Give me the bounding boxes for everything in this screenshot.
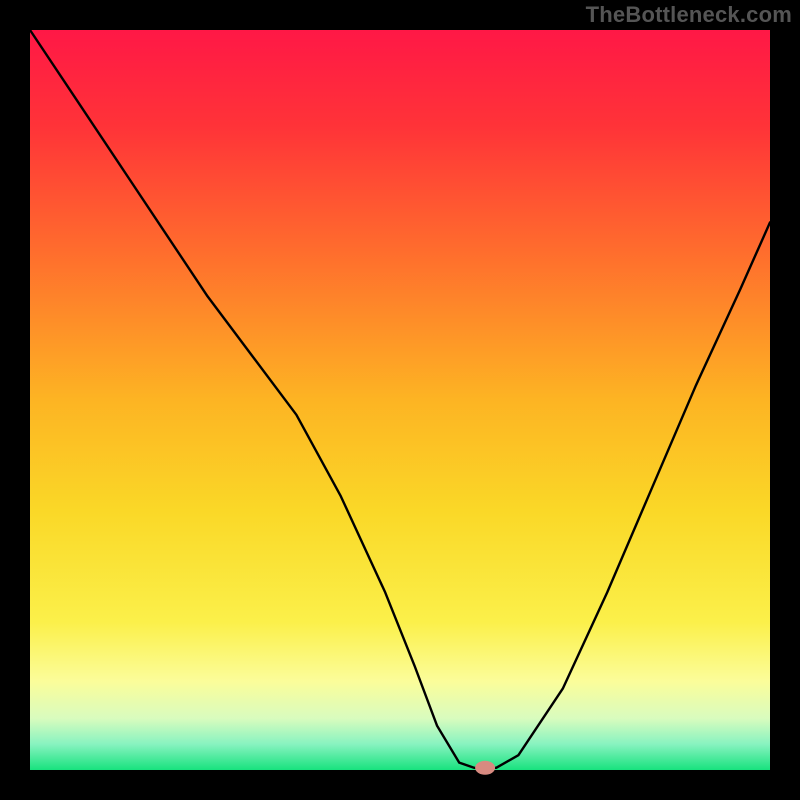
chart-root: TheBottleneck.com [0,0,800,800]
watermark-text: TheBottleneck.com [586,2,792,28]
optimal-point-marker [475,761,495,775]
chart-gradient-bg [30,30,770,770]
bottleneck-chart [0,0,800,800]
